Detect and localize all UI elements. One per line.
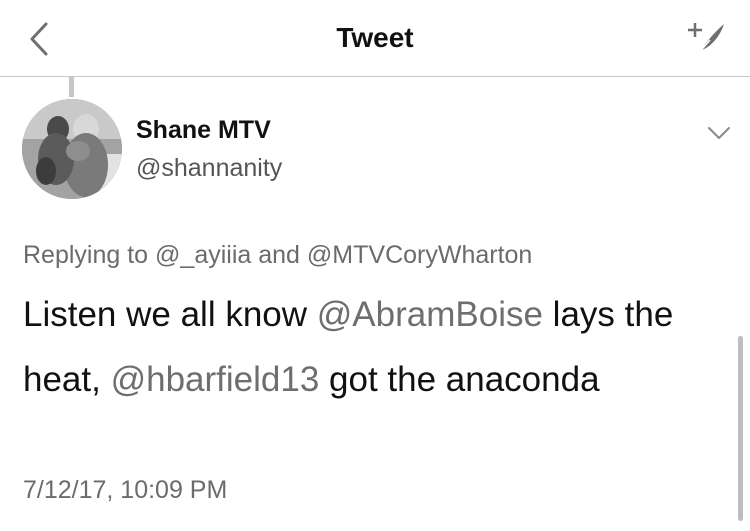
compose-tweet-button[interactable] (676, 14, 730, 62)
tweet-text-segment: Listen we all know (23, 295, 317, 334)
tweet-options-button[interactable] (702, 118, 736, 148)
author-handle[interactable]: @shannanity (136, 154, 282, 183)
page-title: Tweet (336, 22, 414, 53)
replying-to-line: Replying to @_ayiiia and @MTVCoryWharton (23, 241, 532, 270)
thread-connector-line (69, 77, 74, 97)
replying-to-joiner: and (258, 241, 300, 269)
scrollbar[interactable] (738, 336, 743, 521)
reply-mention-link[interactable]: @_ayiiia (155, 241, 251, 269)
author-name[interactable]: Shane MTV (136, 116, 271, 145)
nav-bar: Tweet (0, 0, 750, 77)
tweet-text: Listen we all know @AbramBoise lays the … (23, 282, 713, 412)
reply-mention-link[interactable]: @MTVCoryWharton (307, 241, 532, 269)
chevron-down-icon (708, 127, 730, 139)
compose-feather-icon (688, 23, 724, 57)
replying-to-label: Replying to (23, 241, 149, 269)
tweet-text-segment: got the anaconda (319, 360, 600, 399)
avatar[interactable] (22, 99, 122, 199)
mention-link[interactable]: @hbarfield13 (111, 360, 320, 399)
profile-photo (22, 99, 122, 199)
tweet-timestamp: 7/12/17, 10:09 PM (23, 476, 228, 504)
mention-link[interactable]: @AbramBoise (317, 295, 543, 334)
